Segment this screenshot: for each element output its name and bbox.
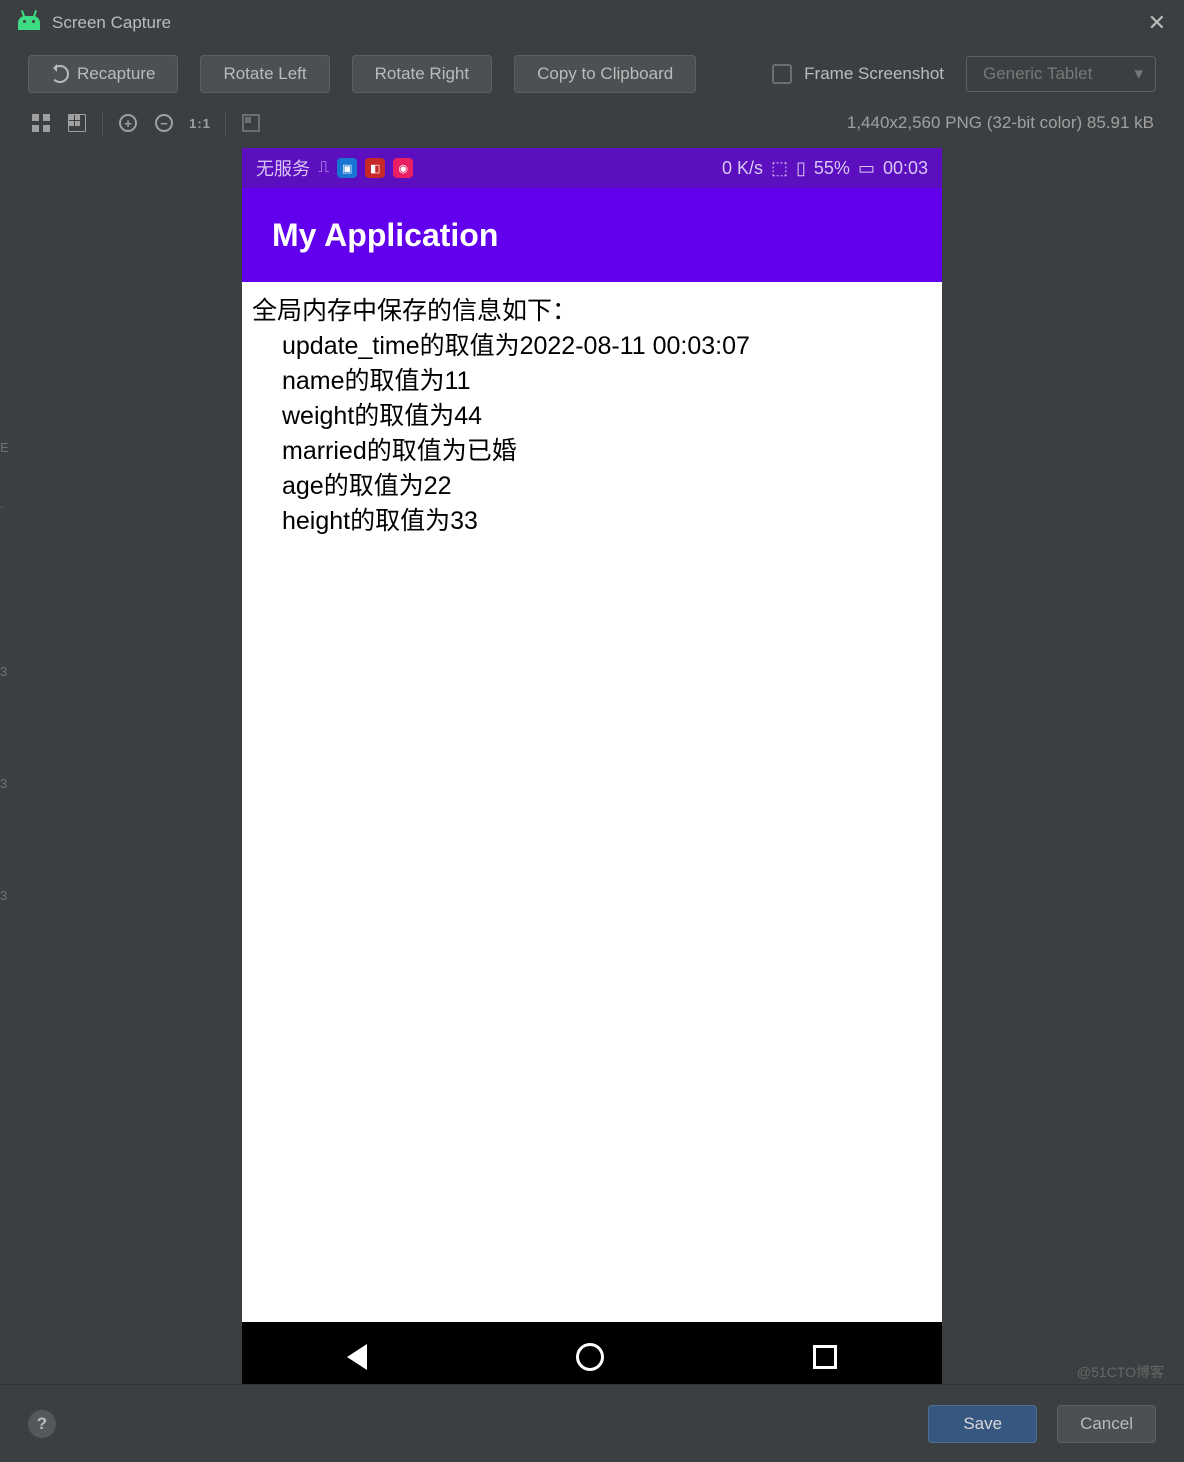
device-dropdown[interactable]: Generic Tablet <box>966 56 1156 92</box>
box-icon[interactable] <box>240 112 262 134</box>
android-nav-bar <box>242 1322 942 1384</box>
content-line: weight的取值为44 <box>252 399 932 434</box>
notif-icon-1: ▣ <box>337 158 357 178</box>
zoom-in-button[interactable]: + <box>117 112 139 134</box>
checkbox-icon <box>772 64 792 84</box>
zoom-out-button[interactable]: − <box>153 112 175 134</box>
wifi-icon: ⬚ <box>771 158 788 179</box>
android-icon <box>18 16 40 30</box>
content-line: name的取值为11 <box>252 364 932 399</box>
recapture-button[interactable]: Recapture <box>28 55 178 93</box>
cancel-button[interactable]: Cancel <box>1057 1405 1156 1443</box>
watermark: @51CTO博客 <box>1077 1362 1164 1382</box>
carrier-text: 无服务 <box>256 155 310 181</box>
copy-clipboard-button[interactable]: Copy to Clipboard <box>514 55 696 93</box>
preview-area: 无服务 ⎍ ▣ ◧ ◉ 0 K/s ⬚ ▯ 55% ▭ 00:03 My App… <box>0 148 1184 1384</box>
separator <box>102 111 103 135</box>
toolbar: Recapture Rotate Left Rotate Right Copy … <box>0 46 1184 102</box>
notif-icon-3: ◉ <box>393 158 413 178</box>
battery-icon: ▭ <box>858 158 875 179</box>
clock-text: 00:03 <box>883 158 928 179</box>
status-bar: 无服务 ⎍ ▣ ◧ ◉ 0 K/s ⬚ ▯ 55% ▭ 00:03 <box>242 148 942 188</box>
grid9-icon[interactable] <box>66 112 88 134</box>
refresh-icon <box>51 65 69 83</box>
rotate-left-button[interactable]: Rotate Left <box>200 55 329 93</box>
frame-screenshot-checkbox[interactable]: Frame Screenshot <box>772 64 944 84</box>
recents-icon[interactable] <box>813 1345 837 1369</box>
rotate-right-button[interactable]: Rotate Right <box>352 55 493 93</box>
actual-size-button[interactable]: 1:1 <box>189 112 211 134</box>
app-bar: My Application <box>242 188 942 282</box>
plus-icon: + <box>119 114 137 132</box>
content-line: age的取值为22 <box>252 469 932 504</box>
content-line: height的取值为33 <box>252 504 932 539</box>
frame-screenshot-label: Frame Screenshot <box>804 64 944 84</box>
usb-icon: ⎍ <box>318 159 329 177</box>
sim-icon: ▯ <box>796 158 806 179</box>
save-button[interactable]: Save <box>928 1405 1037 1443</box>
window-title: Screen Capture <box>52 13 171 33</box>
app-title: My Application <box>272 217 498 254</box>
iconbar: + − 1:1 1,440x2,560 PNG (32-bit color) 8… <box>0 102 1184 144</box>
back-icon[interactable] <box>347 1344 367 1370</box>
recapture-label: Recapture <box>77 64 155 84</box>
home-icon[interactable] <box>576 1343 604 1371</box>
titlebar: Screen Capture ✕ <box>0 0 1184 46</box>
content-line: married的取值为已婚 <box>252 434 932 469</box>
content-header: 全局内存中保存的信息如下： <box>252 297 577 325</box>
help-button[interactable]: ? <box>28 1410 56 1438</box>
app-content: 全局内存中保存的信息如下： update_time的取值为2022-08-11 … <box>242 282 942 1322</box>
close-icon[interactable]: ✕ <box>1148 10 1166 36</box>
minus-icon: − <box>155 114 173 132</box>
notif-icon-2: ◧ <box>365 158 385 178</box>
net-speed: 0 K/s <box>722 158 763 179</box>
separator <box>225 111 226 135</box>
image-info: 1,440x2,560 PNG (32-bit color) 85.91 kB <box>847 113 1154 133</box>
bottom-bar: ? Save Cancel <box>0 1384 1184 1462</box>
grid4-icon[interactable] <box>30 112 52 134</box>
phone-frame: 无服务 ⎍ ▣ ◧ ◉ 0 K/s ⬚ ▯ 55% ▭ 00:03 My App… <box>242 148 942 1384</box>
battery-text: 55% <box>814 158 850 179</box>
content-line: update_time的取值为2022-08-11 00:03:07 <box>252 329 932 364</box>
